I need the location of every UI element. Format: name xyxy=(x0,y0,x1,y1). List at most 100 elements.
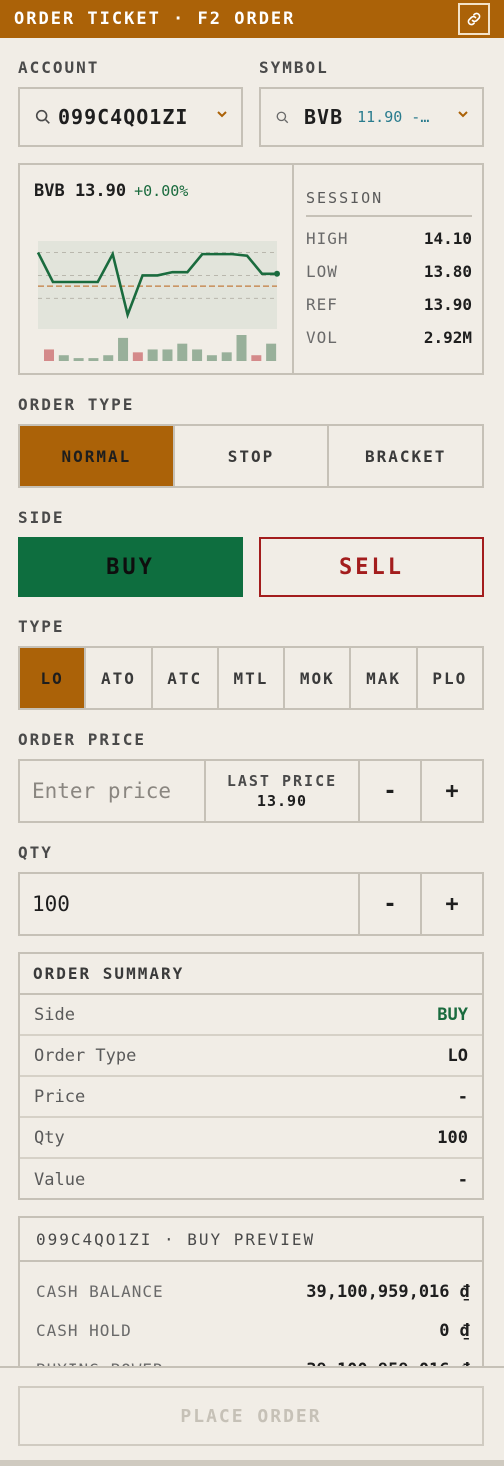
panel-title: ORDER TICKET · F2 ORDER xyxy=(14,9,296,29)
summary-key: Side xyxy=(34,1004,75,1025)
account-label: ACCOUNT xyxy=(18,58,100,77)
buy-preview-title: 099C4QO1ZI · BUY PREVIEW xyxy=(20,1218,482,1262)
quote-change: +0.00% xyxy=(134,182,189,200)
last-price-dot xyxy=(274,270,280,277)
side-label: SIDE xyxy=(18,508,65,527)
qty-input[interactable]: 100 xyxy=(20,874,358,934)
search-icon xyxy=(276,111,289,123)
session-value: 13.80 xyxy=(423,262,472,281)
qty-increment-button[interactable]: + xyxy=(420,874,482,934)
type-atc[interactable]: ATC xyxy=(152,648,219,708)
volume-bar xyxy=(266,343,277,361)
quote-header: BVB 13.90 +0.00% xyxy=(34,181,188,201)
summary-key: Value xyxy=(34,1169,86,1190)
last-price-value: 13.90 xyxy=(256,792,308,810)
summary-value: BUY xyxy=(437,1004,468,1025)
session-key: HIGH xyxy=(306,229,349,248)
order-summary: ORDER SUMMARY Side BUY Order Type LO Price… xyxy=(18,952,484,1200)
link-icon xyxy=(467,12,481,26)
order-price-row: Enter price LAST PRICE 13.90 - + xyxy=(18,759,484,823)
volume-bar xyxy=(147,349,158,361)
session-row-low: LOW 13.80 xyxy=(306,262,472,281)
order-type-label: ORDER TYPE xyxy=(18,395,135,414)
search-icon xyxy=(35,109,50,124)
preview-key: CASH BALANCE xyxy=(36,1282,164,1301)
session-row-ref: REF 13.90 xyxy=(306,295,472,314)
volume-bar xyxy=(162,349,173,361)
summary-row-side: Side BUY xyxy=(20,995,482,1036)
chevron-down-icon xyxy=(458,111,468,118)
session-value: 13.90 xyxy=(423,295,472,314)
volume-bar xyxy=(103,355,114,361)
price-input[interactable]: Enter price xyxy=(20,761,204,821)
volume-bar xyxy=(118,337,129,361)
type-mak[interactable]: MAK xyxy=(351,648,418,708)
summary-row-qty: Qty 100 xyxy=(20,1118,482,1159)
last-price-button[interactable]: LAST PRICE 13.90 xyxy=(204,761,358,821)
price-increment-button[interactable]: + xyxy=(420,761,482,821)
preview-key: CASH HOLD xyxy=(36,1321,132,1340)
session-value: 14.10 xyxy=(423,229,472,248)
order-summary-title: ORDER SUMMARY xyxy=(20,954,482,995)
qty-label: QTY xyxy=(18,843,53,862)
link-button[interactable] xyxy=(458,3,490,35)
quote-symbol-price: BVB 13.90 xyxy=(34,181,127,201)
order-type-bracket[interactable]: BRACKET xyxy=(329,426,483,486)
order-type-stop[interactable]: STOP xyxy=(174,426,330,486)
type-lo[interactable]: LO xyxy=(20,648,87,708)
type-mtl[interactable]: MTL xyxy=(218,648,286,708)
place-order-button[interactable]: PLACE ORDER xyxy=(18,1386,484,1446)
preview-value: 0 ₫ xyxy=(439,1321,470,1341)
account-select[interactable]: 099C4QO1ZI xyxy=(18,87,243,147)
volume-bar xyxy=(206,355,217,361)
volume-bar xyxy=(221,352,232,361)
symbol-select[interactable]: BVB 11.90 -… xyxy=(259,87,484,147)
order-price-label: ORDER PRICE xyxy=(18,730,146,749)
buy-button[interactable]: BUY xyxy=(18,537,243,597)
session-row-vol: VOL 2.92M xyxy=(306,328,472,347)
sell-button[interactable]: SELL xyxy=(259,537,484,597)
preview-row-cash-balance: CASH BALANCE 39,100,959,016 ₫ xyxy=(36,1282,470,1302)
volume-bar xyxy=(58,355,69,361)
session-divider xyxy=(306,215,472,217)
footer: PLACE ORDER xyxy=(0,1366,504,1460)
type-label: TYPE xyxy=(18,617,65,636)
session-key: VOL xyxy=(306,328,338,347)
type-mok[interactable]: MOK xyxy=(285,648,352,708)
type-ato[interactable]: ATO xyxy=(86,648,153,708)
mini-price-chart xyxy=(36,241,280,361)
order-type-normal[interactable]: NORMAL xyxy=(20,426,175,486)
summary-key: Price xyxy=(34,1086,86,1107)
order-ticket-panel: ORDER TICKET · F2 ORDER ACCOUNT SYMBOL 0… xyxy=(0,0,504,1460)
account-value: 099C4QO1ZI xyxy=(58,105,189,129)
volume-bar xyxy=(44,349,54,361)
session-value: 2.92M xyxy=(423,328,472,347)
symbol-price-hint: 11.90 -… xyxy=(357,108,430,126)
summary-row-order-type: Order Type LO xyxy=(20,1036,482,1077)
summary-key: Qty xyxy=(34,1127,65,1148)
summary-value: - xyxy=(457,1169,468,1190)
chevron-down-icon xyxy=(217,111,227,118)
symbol-label: SYMBOL xyxy=(259,58,329,77)
last-price-label: LAST PRICE xyxy=(226,772,338,790)
buy-preview: 099C4QO1ZI · BUY PREVIEW CASH BALANCE 39,… xyxy=(18,1216,484,1380)
type-plo[interactable]: PLO xyxy=(417,648,482,708)
symbol-value: BVB xyxy=(304,105,344,129)
session-title: SESSION xyxy=(306,189,384,207)
title-bar: ORDER TICKET · F2 ORDER xyxy=(0,0,504,38)
volume-bar xyxy=(132,352,143,361)
summary-value: - xyxy=(457,1086,468,1107)
session-row-high: HIGH 14.10 xyxy=(306,229,472,248)
preview-row-cash-hold: CASH HOLD 0 ₫ xyxy=(36,1321,470,1341)
summary-value: 100 xyxy=(437,1127,468,1148)
price-decrement-button[interactable]: - xyxy=(358,761,420,821)
preview-value: 39,100,959,016 ₫ xyxy=(306,1282,470,1302)
type-selector: LO ATO ATC MTL MOK MAK PLO xyxy=(18,646,484,710)
summary-value: LO xyxy=(447,1045,468,1066)
volume-bar xyxy=(73,358,84,361)
session-key: LOW xyxy=(306,262,338,281)
order-type-selector: NORMAL STOP BRACKET xyxy=(18,424,484,488)
volume-bar xyxy=(236,335,247,361)
card-divider xyxy=(292,165,294,373)
qty-decrement-button[interactable]: - xyxy=(358,874,420,934)
